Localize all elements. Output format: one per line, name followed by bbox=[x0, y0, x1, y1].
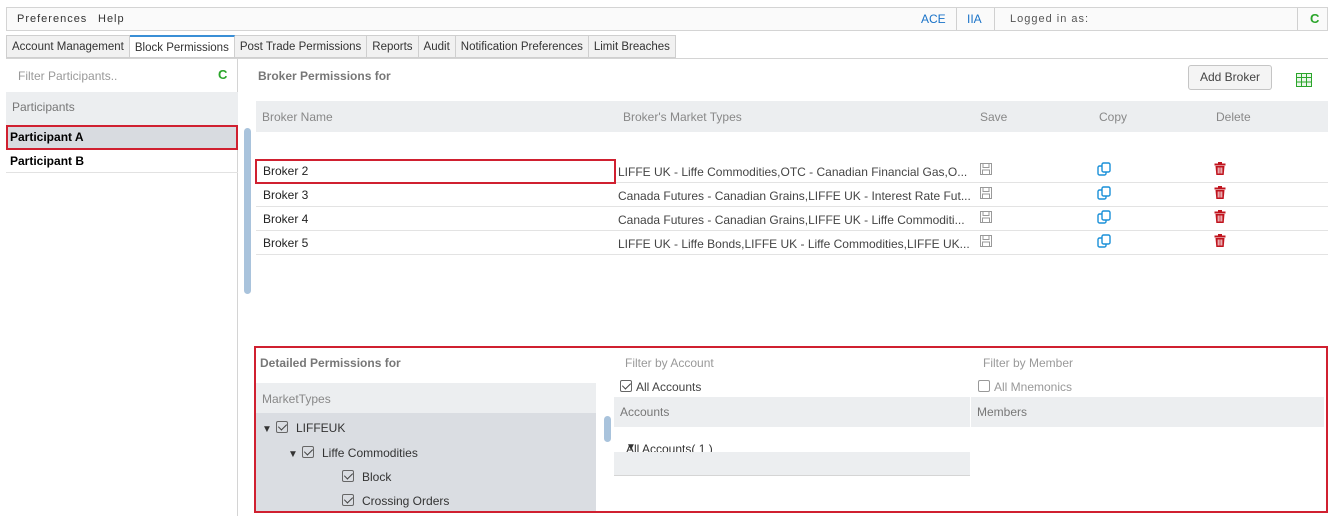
menu-help[interactable]: Help bbox=[98, 13, 125, 25]
checkbox-icon bbox=[978, 380, 990, 392]
accounts-header: Accounts bbox=[614, 397, 970, 427]
tab-bar: Account Management Block Permissions Pos… bbox=[6, 35, 676, 58]
table-row[interactable]: Broker 3 Canada Futures - Canadian Grain… bbox=[256, 183, 1328, 207]
tab-account-management[interactable]: Account Management bbox=[6, 35, 130, 58]
checkbox-icon[interactable] bbox=[342, 494, 354, 506]
save-icon[interactable] bbox=[980, 163, 992, 178]
participant-name: Participant B bbox=[10, 154, 85, 168]
tab-post-trade-permissions[interactable]: Post Trade Permissions bbox=[234, 35, 368, 58]
tree-node-label: LIFFEUK bbox=[296, 421, 346, 435]
menu-preferences[interactable]: Preferences bbox=[17, 13, 87, 25]
tree-node-block[interactable]: Block bbox=[342, 470, 391, 484]
tree-node-label: Liffe Commodities bbox=[322, 446, 418, 460]
env-ace-link[interactable]: ACE bbox=[921, 12, 946, 26]
delete-icon[interactable] bbox=[1214, 210, 1226, 226]
tab-notification-preferences[interactable]: Notification Preferences bbox=[455, 35, 589, 58]
menu-bar: Preferences Help ACE IIA Logged in as: C bbox=[6, 7, 1328, 31]
broker-market-types: LIFFE UK - Liffe Bonds,LIFFE UK - Liffe … bbox=[618, 237, 970, 251]
save-icon[interactable] bbox=[980, 235, 992, 250]
market-types-tree: ▼ LIFFEUK ▼ Liffe Commodities Block Crossi… bbox=[256, 413, 596, 511]
tree-node-label: Block bbox=[362, 470, 392, 484]
add-broker-button[interactable]: Add Broker bbox=[1188, 65, 1272, 90]
market-types-header: MarketTypes bbox=[256, 383, 596, 413]
table-row[interactable]: Broker 5 LIFFE UK - Liffe Bonds,LIFFE UK… bbox=[256, 231, 1328, 255]
save-icon[interactable] bbox=[980, 211, 992, 226]
env-iia-link[interactable]: IIA bbox=[967, 12, 982, 26]
broker-name: Broker 2 bbox=[263, 164, 309, 178]
broker-permissions-title: Broker Permissions for bbox=[258, 69, 391, 83]
table-row[interactable]: Broker 4 Canada Futures - Canadian Grain… bbox=[256, 207, 1328, 231]
caret-down-icon[interactable]: ▼ bbox=[288, 449, 302, 460]
filter-member-input[interactable]: Filter by Member bbox=[983, 356, 1073, 370]
filter-participants-input[interactable]: Filter Participants.. bbox=[18, 69, 117, 83]
copy-icon[interactable] bbox=[1097, 210, 1111, 227]
filter-account-input[interactable]: Filter by Account bbox=[625, 356, 714, 370]
market-types-label: MarketTypes bbox=[262, 392, 331, 406]
caret-down-icon[interactable]: ▼ bbox=[262, 424, 276, 435]
tab-audit[interactable]: Audit bbox=[418, 35, 456, 58]
participants-panel: Filter Participants.. C Participants Par… bbox=[6, 59, 238, 516]
members-header-label: Members bbox=[977, 405, 1028, 419]
table-row[interactable]: Broker 2 LIFFE UK - Liffe Commodities,OT… bbox=[256, 159, 1328, 183]
tab-limit-breaches[interactable]: Limit Breaches bbox=[588, 35, 676, 58]
copy-icon[interactable] bbox=[1097, 234, 1111, 251]
checkbox-icon[interactable] bbox=[342, 470, 354, 482]
copy-icon[interactable] bbox=[1097, 186, 1111, 203]
refresh-icon[interactable]: C bbox=[1310, 11, 1319, 26]
checkbox-icon bbox=[620, 380, 632, 392]
delete-icon[interactable] bbox=[1214, 162, 1226, 178]
col-copy: Copy bbox=[1099, 110, 1128, 124]
broker-market-types: Canada Futures - Canadian Grains,LIFFE U… bbox=[618, 213, 965, 227]
checkbox-icon[interactable] bbox=[276, 421, 288, 433]
all-mnemonics-label: All Mnemonics bbox=[994, 380, 1073, 394]
participant-name: Participant A bbox=[10, 130, 84, 144]
all-mnemonics-checkbox[interactable]: All Mnemonics bbox=[978, 380, 1072, 394]
all-accounts-label: All Accounts bbox=[636, 380, 702, 394]
grid-export-icon[interactable] bbox=[1296, 73, 1312, 90]
col-broker-name[interactable]: Broker Name bbox=[262, 110, 333, 124]
tree-scrollbar[interactable] bbox=[604, 416, 611, 442]
participants-header: Participants bbox=[6, 92, 238, 126]
col-delete: Delete bbox=[1216, 110, 1251, 124]
tree-node-label: Crossing Orders bbox=[362, 494, 450, 508]
separator bbox=[1297, 8, 1298, 30]
accounts-row[interactable]: ▼ All Accounts( 1 ) bbox=[614, 430, 970, 456]
tree-node-liffe-commodities[interactable]: ▼ Liffe Commodities bbox=[288, 446, 418, 460]
refresh-participants-icon[interactable]: C bbox=[218, 67, 227, 82]
copy-icon[interactable] bbox=[1097, 162, 1111, 179]
separator bbox=[956, 8, 957, 30]
separator bbox=[994, 8, 995, 30]
all-accounts-checkbox[interactable]: All Accounts bbox=[620, 380, 701, 394]
broker-market-types: Canada Futures - Canadian Grains,LIFFE U… bbox=[618, 189, 971, 203]
participants-header-label: Participants bbox=[12, 100, 75, 114]
tab-block-permissions[interactable]: Block Permissions bbox=[129, 35, 235, 58]
tab-reports[interactable]: Reports bbox=[367, 35, 419, 58]
detailed-permissions-title: Detailed Permissions for bbox=[260, 356, 401, 370]
logged-in-label: Logged in as: bbox=[1010, 13, 1090, 25]
checkbox-icon[interactable] bbox=[302, 446, 314, 458]
members-header: Members bbox=[971, 397, 1324, 427]
tree-node-crossing-orders[interactable]: Crossing Orders bbox=[342, 494, 449, 508]
participants-scrollbar[interactable] bbox=[244, 128, 251, 294]
broker-name: Broker 3 bbox=[263, 188, 309, 202]
col-market-types[interactable]: Broker's Market Types bbox=[623, 110, 742, 124]
tree-node-liffeuk[interactable]: ▼ LIFFEUK bbox=[262, 421, 345, 435]
participant-row[interactable]: Participant A bbox=[6, 126, 238, 149]
accounts-header-label: Accounts bbox=[620, 405, 670, 419]
broker-market-types: LIFFE UK - Liffe Commodities,OTC - Canad… bbox=[618, 165, 968, 179]
accounts-row-empty bbox=[614, 452, 970, 476]
delete-icon[interactable] bbox=[1214, 186, 1226, 202]
broker-table-header: Broker Name Broker's Market Types Save C… bbox=[256, 101, 1328, 132]
participant-row[interactable]: Participant B bbox=[6, 150, 238, 173]
save-icon[interactable] bbox=[980, 187, 992, 202]
broker-name: Broker 5 bbox=[263, 236, 309, 250]
broker-name: Broker 4 bbox=[263, 212, 309, 226]
delete-icon[interactable] bbox=[1214, 234, 1226, 250]
col-save: Save bbox=[980, 110, 1008, 124]
